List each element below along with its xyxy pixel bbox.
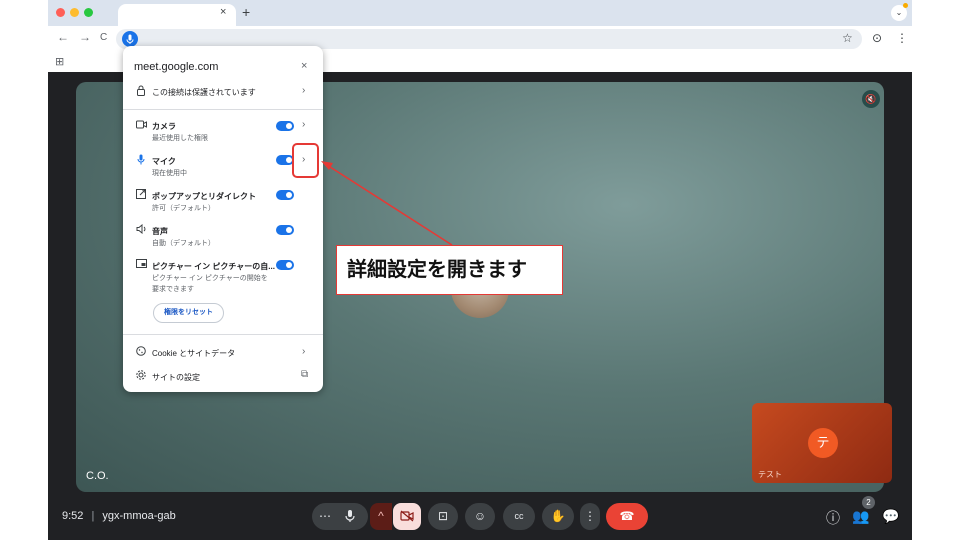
audio-options-button[interactable]: ⋯ (312, 503, 338, 530)
participant-count-badge: 2 (862, 496, 875, 509)
maximize-window-button[interactable] (84, 8, 93, 17)
connection-status[interactable]: この接続は保護されています (152, 87, 256, 98)
annotation-callout: 詳細設定を開きます (336, 245, 563, 295)
camera-off-button[interactable] (393, 503, 421, 530)
tab-close-icon[interactable]: × (220, 6, 226, 18)
cookie-icon (136, 346, 146, 359)
popup-subtitle: 許可（デフォルト） (152, 205, 215, 212)
sound-subtitle: 自動（デフォルト） (152, 240, 215, 247)
bookmark-star-icon[interactable]: ☆ (842, 31, 853, 45)
notification-dot (903, 3, 908, 8)
mic-icon (136, 154, 146, 168)
reload-button[interactable]: C (100, 32, 107, 43)
popup-host: meet.google.com (134, 61, 219, 73)
pip-title: ピクチャー イン ピクチャーの自... (152, 262, 275, 271)
participant-name: C.O. (86, 470, 109, 482)
new-tab-button[interactable]: + (242, 4, 250, 20)
sound-toggle[interactable] (276, 225, 294, 235)
site-info-button[interactable] (122, 31, 138, 47)
lock-icon (136, 85, 146, 99)
pip-subtitle: ピクチャー イン ピクチャーの開始を (152, 275, 268, 282)
pip-toggle[interactable] (276, 260, 294, 270)
highlight-box (292, 143, 319, 178)
gear-icon (136, 370, 146, 383)
meeting-info: 9:52 | ygx-mmoa-gab (62, 510, 176, 522)
close-window-button[interactable] (56, 8, 65, 17)
minimize-window-button[interactable] (70, 8, 79, 17)
cookie-label[interactable]: Cookie とサイトデータ (152, 348, 235, 359)
chat-icon[interactable]: 💬 (882, 508, 899, 525)
captions-button[interactable]: cc (503, 503, 535, 530)
camera-title: カメラ (152, 122, 176, 131)
popup-icon (136, 189, 146, 202)
separator: | (91, 510, 95, 522)
camera-toggle[interactable] (276, 121, 294, 131)
camera-subtitle: 最近使用した権限 (152, 135, 208, 142)
self-avatar: テ (808, 428, 838, 458)
people-icon[interactable]: 👥 (852, 508, 869, 525)
mic-subtitle: 現在使用中 (152, 170, 187, 177)
browser-menu-icon[interactable]: ⋮ (896, 31, 908, 45)
video-options-button[interactable]: ^ (370, 503, 392, 530)
meeting-code: ygx-mmoa-gab (102, 510, 176, 522)
emoji-button[interactable]: ☺ (465, 503, 495, 530)
profile-icon[interactable]: ⊙ (872, 31, 882, 45)
site-settings-label[interactable]: サイトの設定 (152, 372, 200, 383)
forward-button[interactable]: → (79, 30, 91, 44)
pip-subtitle-line2: 要求できます (152, 286, 194, 293)
pip-icon (136, 259, 147, 271)
camera-chevron-icon[interactable]: › (302, 119, 305, 130)
popup-toggle[interactable] (276, 190, 294, 200)
muted-icon: 🔇 (862, 90, 880, 108)
camera-off-icon (400, 510, 414, 522)
meeting-time: 9:52 (62, 510, 84, 522)
apps-icon[interactable]: ⊞ (55, 55, 64, 68)
present-button[interactable]: ⊡ (428, 503, 458, 530)
sound-title: 音声 (152, 227, 168, 236)
popup-close-button[interactable]: × (301, 60, 307, 72)
divider (123, 109, 323, 110)
external-link-icon[interactable]: ⧉ (301, 369, 308, 380)
camera-icon (136, 120, 147, 132)
self-name: テスト (758, 470, 782, 479)
active-tab[interactable] (118, 4, 236, 26)
hang-up-button[interactable]: ☎ (606, 503, 648, 530)
speaker-icon (136, 223, 147, 237)
mic-icon (345, 510, 355, 522)
info-icon[interactable]: ⓘ (826, 508, 840, 528)
connection-chevron-icon[interactable]: › (302, 85, 305, 96)
mic-title: マイク (152, 157, 176, 166)
mic-button[interactable] (338, 503, 362, 530)
back-button[interactable]: ← (57, 30, 69, 44)
divider (123, 334, 323, 335)
reset-permissions-button[interactable]: 権限をリセット (153, 303, 224, 323)
cookie-chevron-icon[interactable]: › (302, 346, 305, 357)
popup-title: ポップアップとリダイレクト (152, 192, 256, 201)
more-options-button[interactable]: ⋮ (580, 503, 600, 530)
raise-hand-button[interactable]: ✋ (542, 503, 574, 530)
mic-icon (126, 34, 134, 44)
